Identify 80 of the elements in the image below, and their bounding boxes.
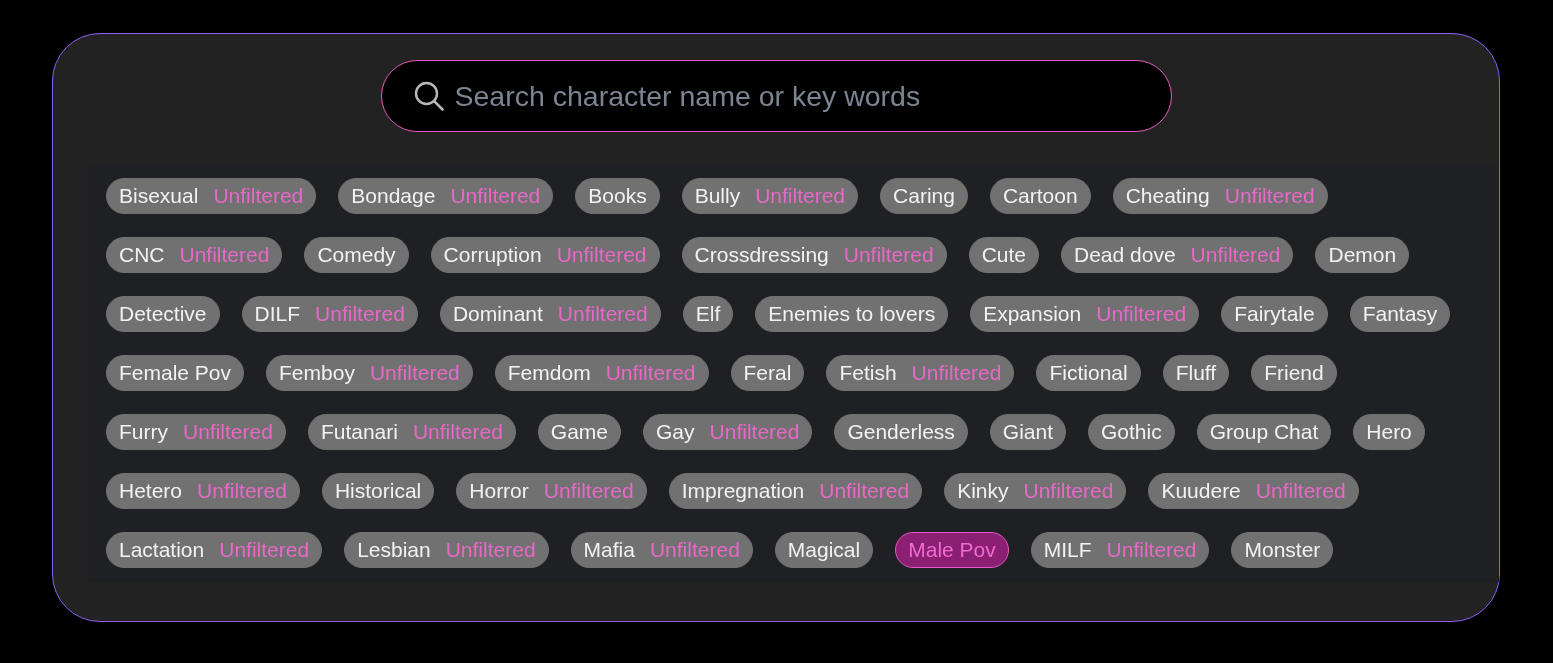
unfiltered-label: Unfiltered — [1096, 302, 1187, 326]
tag-chip[interactable]: Fictional — [1036, 355, 1141, 391]
unfiltered-label: Unfiltered — [1255, 479, 1346, 503]
unfiltered-label: Unfiltered — [755, 184, 846, 208]
unfiltered-label: Unfiltered — [819, 479, 910, 503]
tag-chip[interactable]: Furry Unfiltered — [106, 414, 286, 450]
tag-chip[interactable]: Books — [575, 178, 660, 214]
tag-chip[interactable]: Bondage Unfiltered — [338, 178, 554, 214]
tag-chip[interactable]: Lactation Unfiltered — [106, 532, 323, 568]
unfiltered-label: Unfiltered — [911, 361, 1002, 385]
tag-chip[interactable]: Corruption Unfiltered — [430, 237, 660, 273]
unfiltered-label: Unfiltered — [213, 184, 304, 208]
tag-chip[interactable]: Cheating Unfiltered — [1112, 178, 1328, 214]
unfiltered-label: Unfiltered — [369, 361, 460, 385]
tag-chip[interactable]: Feral — [730, 355, 805, 391]
tag-chip[interactable]: Gay Unfiltered — [643, 414, 813, 450]
tag-chip[interactable]: Fantasy — [1349, 296, 1451, 332]
tag-chip[interactable]: Bully Unfiltered — [681, 178, 859, 214]
tag-chip[interactable]: Game — [537, 414, 621, 450]
tag-chip[interactable]: Fetish Unfiltered — [826, 355, 1015, 391]
tag-chip[interactable]: Gothic — [1088, 414, 1175, 450]
tag-chip[interactable]: Historical — [321, 473, 435, 509]
tag-chip[interactable]: Hetero Unfiltered — [106, 473, 300, 509]
tag-chip[interactable]: Giant — [989, 414, 1066, 450]
unfiltered-label: Unfiltered — [543, 479, 634, 503]
unfiltered-label: Unfiltered — [709, 420, 800, 444]
unfiltered-label: Unfiltered — [219, 538, 310, 562]
tag-chip[interactable]: Elf — [682, 296, 734, 332]
tag-chip[interactable]: Kuudere Unfiltered — [1148, 473, 1359, 509]
tag-chip[interactable]: Caring — [880, 178, 968, 214]
unfiltered-label: Unfiltered — [556, 243, 647, 267]
unfiltered-label: Unfiltered — [197, 479, 287, 503]
search-icon — [413, 81, 444, 111]
search-field[interactable]: Search character name or key words — [380, 60, 1172, 132]
unfiltered-label: Unfiltered — [179, 243, 270, 267]
tag-chip[interactable]: Kinky Unfiltered — [944, 473, 1127, 509]
tag-chip[interactable]: Genderless — [834, 414, 968, 450]
tag-chip[interactable]: Femboy Unfiltered — [266, 355, 473, 391]
tag-chip[interactable]: Femdom Unfiltered — [494, 355, 709, 391]
tag-chip[interactable]: Fluff — [1162, 355, 1230, 391]
tag-chip[interactable]: Dead dove Unfiltered — [1061, 237, 1294, 273]
tag-chip[interactable]: CNC Unfiltered — [106, 237, 283, 273]
tag-chip[interactable]: Fairytale — [1221, 296, 1328, 332]
tag-chip[interactable]: Comedy — [304, 237, 409, 273]
tag-chip[interactable]: Male Pov — [895, 532, 1009, 568]
tag-chip[interactable]: Female Pov — [106, 355, 245, 391]
unfiltered-label: Unfiltered — [445, 538, 536, 562]
tag-chip[interactable]: Group Chat — [1196, 414, 1332, 450]
tag-chip[interactable]: Expansion Unfiltered — [970, 296, 1200, 332]
tag-chip[interactable]: Enemies to lovers — [755, 296, 949, 332]
unfiltered-label: Unfiltered — [557, 302, 648, 326]
unfiltered-label: Unfiltered — [605, 361, 696, 385]
tag-chip[interactable]: Lesbian Unfiltered — [344, 532, 549, 568]
tag-chip[interactable]: Magical — [774, 532, 874, 568]
unfiltered-label: Unfiltered — [450, 184, 541, 208]
tag-chip[interactable]: Impregnation Unfiltered — [668, 473, 923, 509]
unfiltered-label: Unfiltered — [183, 420, 273, 444]
unfiltered-label: Unfiltered — [1106, 538, 1197, 562]
tag-chip[interactable]: Cute — [968, 237, 1039, 273]
unfiltered-label: Unfiltered — [649, 538, 740, 562]
unfiltered-label: Unfiltered — [1023, 479, 1114, 503]
unfiltered-label: Unfiltered — [843, 243, 934, 267]
tag-chip[interactable]: Crossdressing Unfiltered — [681, 237, 947, 273]
unfiltered-label: Unfiltered — [315, 302, 405, 326]
unfiltered-label: Unfiltered — [1190, 243, 1281, 267]
tag-chip[interactable]: Monster — [1231, 532, 1334, 568]
tag-chip[interactable]: Hero — [1353, 414, 1425, 450]
tag-chip[interactable]: Friend — [1251, 355, 1337, 391]
unfiltered-label: Unfiltered — [412, 420, 503, 444]
tag-chip[interactable]: Detective — [106, 296, 220, 332]
tag-chip[interactable]: Demon — [1315, 237, 1410, 273]
tag-chip[interactable]: Bisexual Unfiltered — [106, 178, 317, 214]
tag-chip[interactable]: Dominant Unfiltered — [439, 296, 661, 332]
tag-chip[interactable]: MILF Unfiltered — [1030, 532, 1210, 568]
tag-chip[interactable]: Mafia Unfiltered — [570, 532, 753, 568]
tag-chip[interactable]: Futanari Unfiltered — [307, 414, 516, 450]
tag-chip[interactable]: DILF Unfiltered — [241, 296, 418, 332]
tag-chip[interactable]: Horror Unfiltered — [456, 473, 647, 509]
unfiltered-label: Unfiltered — [1224, 184, 1315, 208]
tag-chip[interactable]: Cartoon — [989, 178, 1091, 214]
